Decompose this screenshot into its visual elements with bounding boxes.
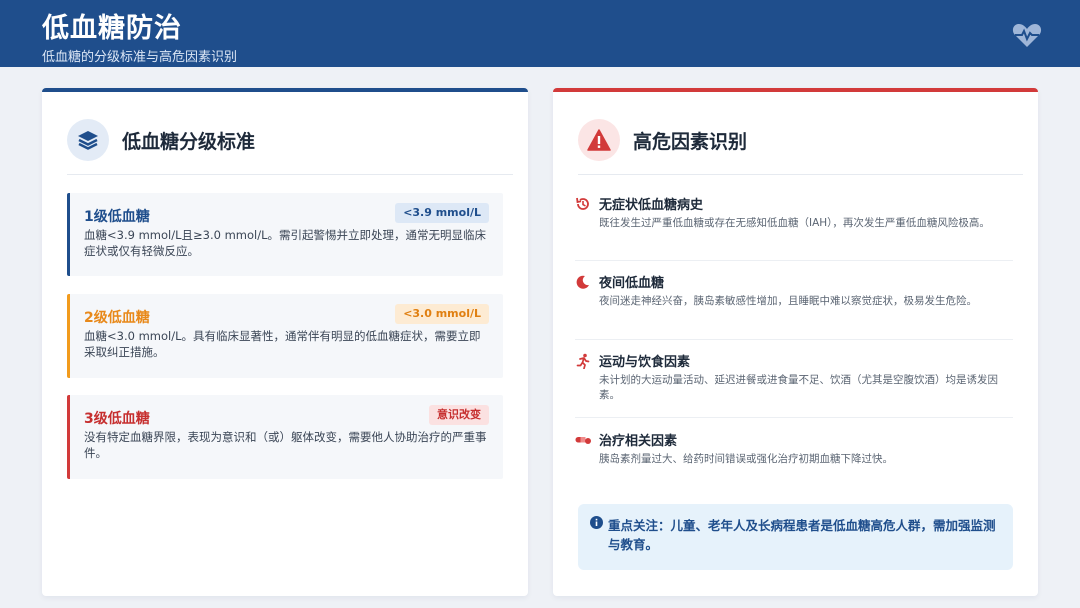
grading-card: 低血糖分级标准 1级低血糖 <3.9 mmol/L 血糖<3.9 mmol/L且… xyxy=(42,88,528,596)
warning-triangle-icon xyxy=(578,119,620,161)
header-bar: 低血糖防治 低血糖的分级标准与高危因素识别 xyxy=(0,0,1080,67)
key-focus-note: 重点关注：儿童、老年人及长病程患者是低血糖高危人群，需加强监测与教育。 xyxy=(578,504,1013,570)
risk-description: 夜间迷走神经兴奋，胰岛素敏感性增加，且睡眠中难以察觉症状，极易发生危险。 xyxy=(599,295,977,307)
risk-description: 未计划的大运动量活动、延迟进餐或进食量不足、饮酒（尤其是空腹饮酒）均是诱发因素。 xyxy=(599,374,998,401)
risk-factors-card: 高危因素识别 无症状低血糖病史 既往发生过严重低血糖或存在无感知低血糖（IAH）… xyxy=(553,88,1038,596)
running-icon xyxy=(576,353,590,369)
level-badge: <3.0 mmol/L xyxy=(395,304,489,324)
heart-pulse-icon xyxy=(1012,24,1042,47)
risk-name: 夜间低血糖 xyxy=(599,276,665,291)
level-badge: <3.9 mmol/L xyxy=(395,203,489,223)
level-badge: 意识改变 xyxy=(429,405,489,425)
divider xyxy=(575,260,1013,261)
level-description: 血糖<3.0 mmol/L。具有临床显著性，通常伴有明显的低血糖症状，需要立即采… xyxy=(84,329,481,359)
pills-icon xyxy=(575,437,591,444)
risk-description: 胰岛素剂量过大、给药时间错误或强化治疗初期血糖下降过快。 xyxy=(599,453,893,465)
key-focus-text: 重点关注：儿童、老年人及长病程患者是低血糖高危人群，需加强监测与教育。 xyxy=(608,518,996,552)
divider xyxy=(67,174,513,175)
page-subtitle: 低血糖的分级标准与高危因素识别 xyxy=(42,50,238,65)
level-name: 3级低血糖 xyxy=(84,411,150,427)
risk-card-title: 高危因素识别 xyxy=(633,130,748,153)
risk-name: 无症状低血糖病史 xyxy=(599,198,704,213)
level-3-item: 3级低血糖 意识改变 没有特定血糖界限，表现为意识和（或）躯体改变，需要他人协助… xyxy=(67,395,503,479)
risk-card-header: 高危因素识别 xyxy=(578,118,747,162)
grading-card-header: 低血糖分级标准 xyxy=(67,118,255,162)
risk-name: 治疗相关因素 xyxy=(599,434,678,449)
page-title: 低血糖防治 xyxy=(42,13,182,44)
layers-icon xyxy=(67,119,109,161)
history-icon xyxy=(576,197,589,210)
info-icon xyxy=(590,516,603,529)
risk-name: 运动与饮食因素 xyxy=(599,355,691,370)
level-name: 2级低血糖 xyxy=(84,310,150,326)
level-2-item: 2级低血糖 <3.0 mmol/L 血糖<3.0 mmol/L。具有临床显著性，… xyxy=(67,294,503,378)
moon-icon xyxy=(576,275,589,289)
level-1-item: 1级低血糖 <3.9 mmol/L 血糖<3.9 mmol/L且≥3.0 mmo… xyxy=(67,193,503,276)
risk-description: 既往发生过严重低血糖或存在无感知低血糖（IAH），再次发生严重低血糖风险极高。 xyxy=(599,217,990,229)
divider xyxy=(575,339,1013,340)
level-name: 1级低血糖 xyxy=(84,209,150,225)
grading-card-title: 低血糖分级标准 xyxy=(122,130,256,153)
divider xyxy=(575,417,1013,418)
level-description: 没有特定血糖界限，表现为意识和（或）躯体改变，需要他人协助治疗的严重事件。 xyxy=(84,430,487,460)
divider xyxy=(578,174,1023,175)
level-description: 血糖<3.9 mmol/L且≥3.0 mmol/L。需引起警惕并立即处理，通常无… xyxy=(84,228,486,258)
